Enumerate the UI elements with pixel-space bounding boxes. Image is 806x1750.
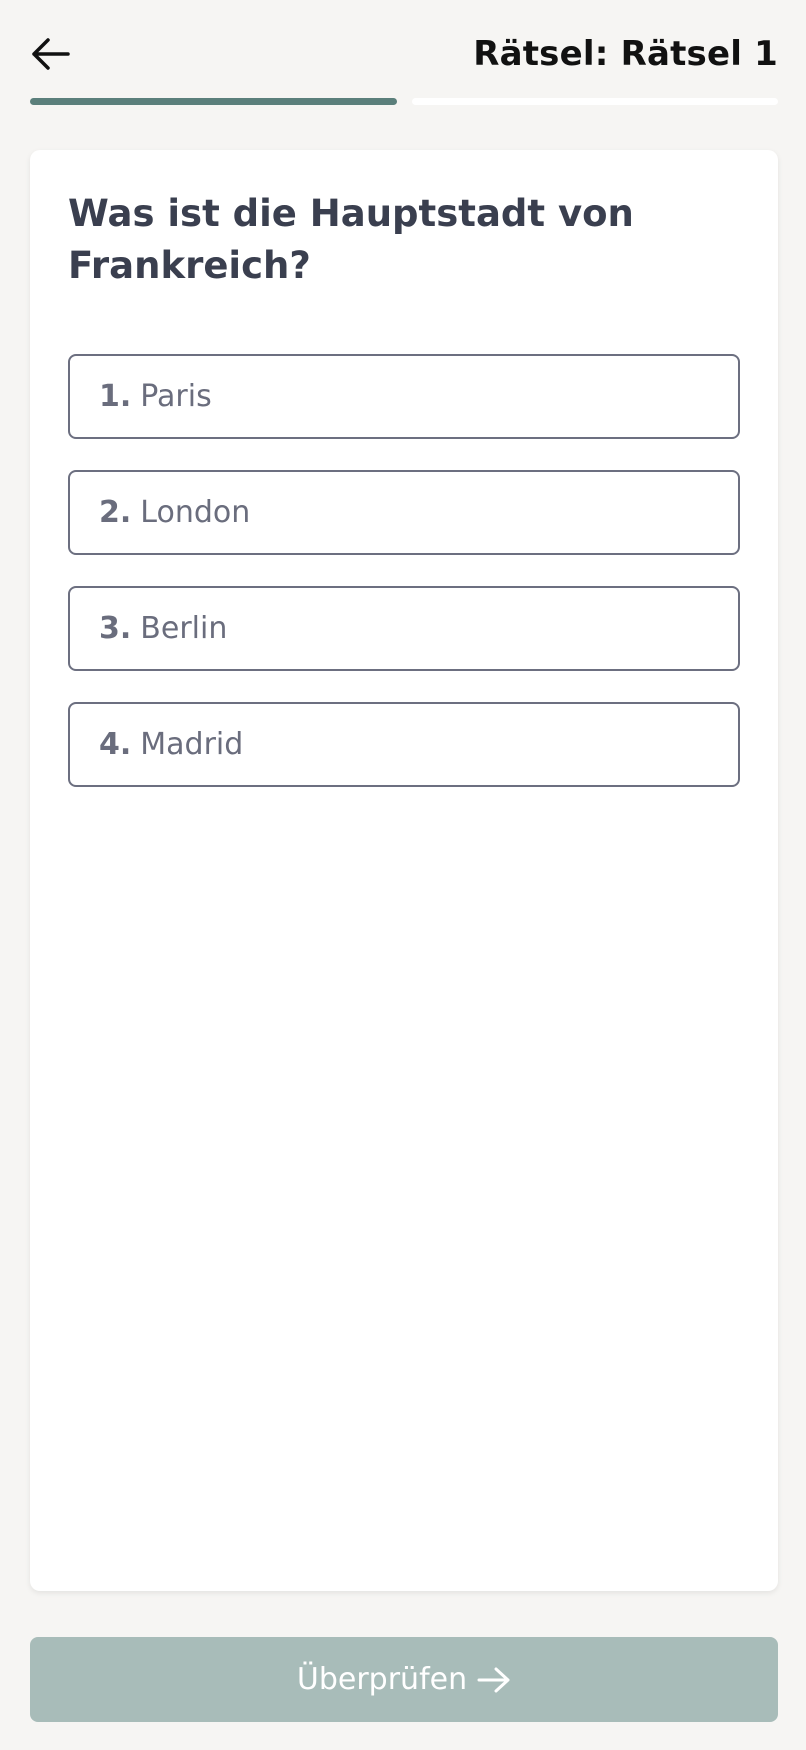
option-label: Berlin — [140, 611, 228, 646]
arrow-right-icon — [477, 1666, 511, 1694]
back-button[interactable] — [30, 30, 74, 78]
option-number: 3. — [99, 611, 132, 646]
answer-option-1[interactable]: 1. Paris — [68, 354, 740, 439]
answer-option-4[interactable]: 4. Madrid — [68, 702, 740, 787]
progress-segment-1 — [30, 98, 397, 105]
check-answer-label: Überprüfen — [296, 1662, 468, 1697]
page-title: Rätsel: Rätsel 1 — [473, 34, 778, 74]
arrow-left-icon — [30, 37, 70, 71]
header: Rätsel: Rätsel 1 — [30, 28, 778, 84]
question-text: Was ist die Hauptstadt von Frankreich? — [68, 192, 634, 287]
option-number: 2. — [99, 495, 132, 530]
answer-options: 1. Paris 2. London 3. Berlin 4. Madrid — [68, 354, 740, 787]
progress-segment-2 — [411, 98, 778, 105]
quiz-screen: Rätsel: Rätsel 1 Was ist die Hauptstadt … — [0, 0, 806, 1750]
option-label: Paris — [140, 379, 212, 414]
option-number: 4. — [99, 727, 132, 762]
answer-option-2[interactable]: 2. London — [68, 470, 740, 555]
option-label: Madrid — [140, 727, 244, 762]
answer-option-3[interactable]: 3. Berlin — [68, 586, 740, 671]
progress-bar — [30, 98, 778, 105]
check-answer-button[interactable]: Überprüfen — [30, 1637, 778, 1722]
option-number: 1. — [99, 379, 132, 414]
option-label: London — [140, 495, 251, 530]
question-card: Was ist die Hauptstadt von Frankreich? 1… — [30, 150, 778, 1591]
